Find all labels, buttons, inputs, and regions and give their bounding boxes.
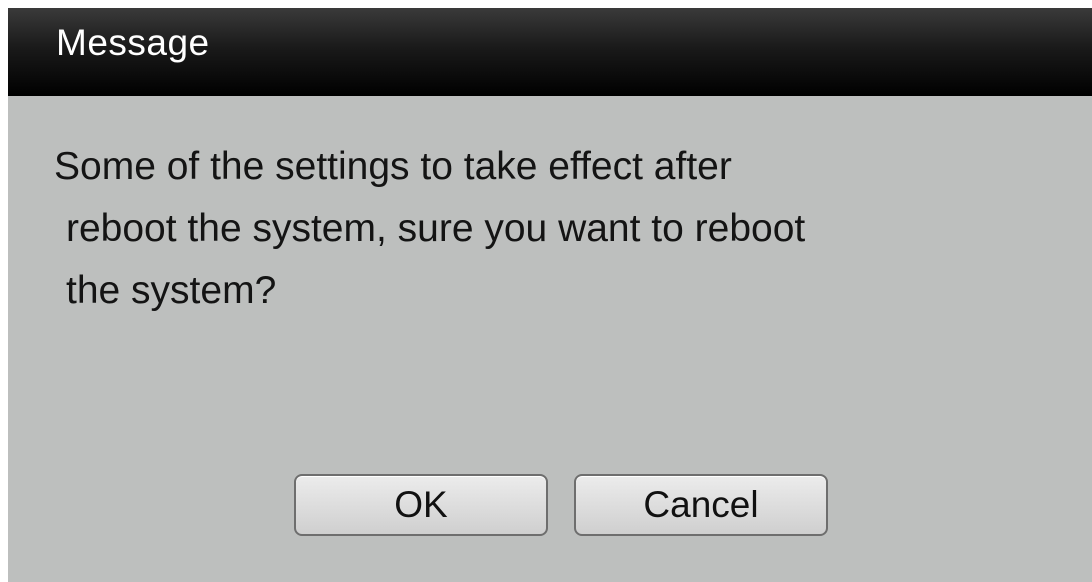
message-dialog: Message Some of the settings to take eff… [8, 8, 1092, 582]
ok-button[interactable]: OK [294, 474, 548, 536]
message-line: reboot the system, sure you want to rebo… [66, 207, 806, 250]
dialog-title-bar: Message [8, 8, 1092, 96]
dialog-title: Message [56, 22, 210, 63]
dialog-message: Some of the settings to take effect afte… [54, 136, 1064, 322]
message-line: Some of the settings to take effect afte… [54, 145, 732, 188]
message-line: the system? [66, 269, 277, 312]
cancel-button[interactable]: Cancel [574, 474, 828, 536]
